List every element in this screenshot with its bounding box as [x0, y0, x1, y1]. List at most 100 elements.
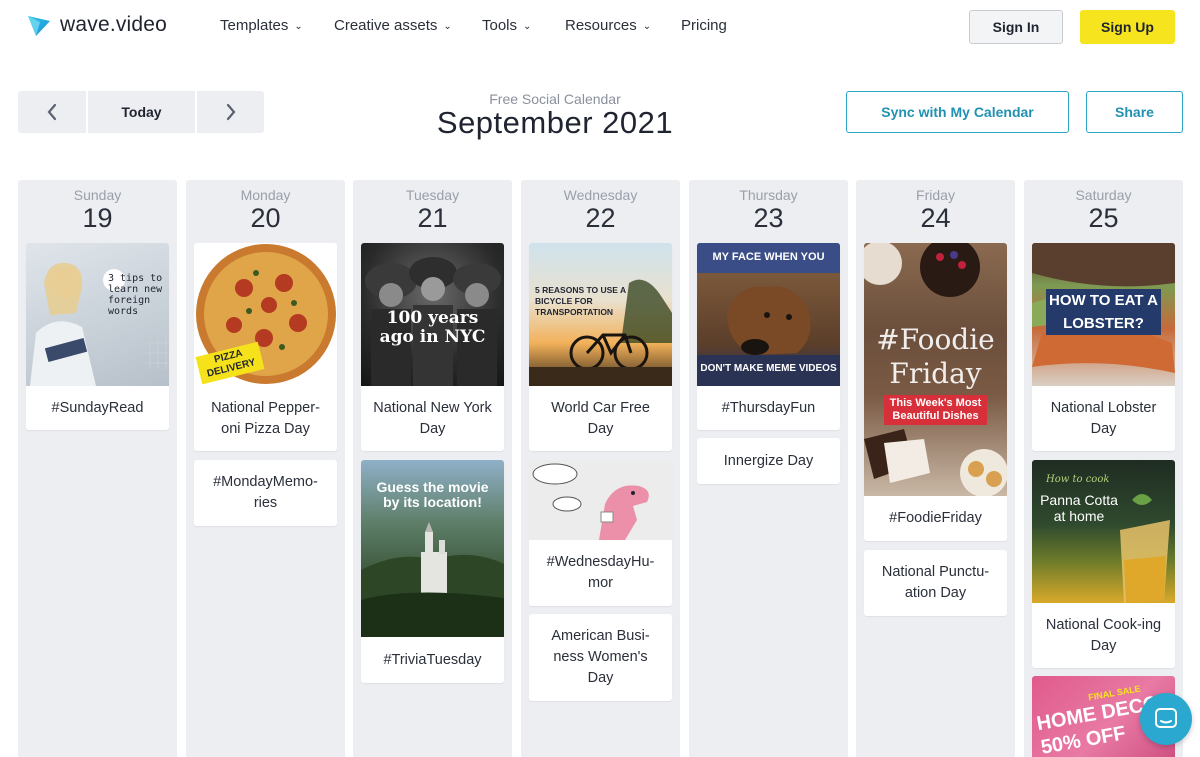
nav-label: Pricing [681, 17, 727, 34]
week-pager: Today [18, 91, 264, 133]
event-card[interactable]: Innergize Day [697, 438, 840, 484]
logo-text: wave.video [60, 13, 168, 36]
event-label: Innergize Day [723, 452, 814, 469]
event-card[interactable]: 5 REASONS TO USE A BICYCLE FOR TRANSPORT… [529, 243, 672, 451]
event-label: #MondayMemo-ries [213, 474, 318, 511]
event-card[interactable]: Guess the movie by its location! #Trivia… [361, 460, 504, 683]
event-label: American Busi-ness Women's Day [551, 628, 650, 686]
event-card[interactable]: 3 tips to learn new foreign words #Sunda… [26, 243, 169, 430]
nav-label: Tools [482, 17, 518, 34]
nav-templates[interactable]: Templates ⌄ [220, 17, 303, 34]
event-card[interactable]: PIZZA DELIVERY National Pepper-oni Pizza… [194, 243, 337, 451]
thumbnail-caption: 100 years ago in NYC [379, 308, 486, 347]
event-label: #SundayRead [51, 399, 144, 416]
event-card[interactable]: 100 years ago in NYC National New York D… [361, 243, 504, 451]
day-number: 21 [417, 203, 448, 233]
day-column-sunday: Sunday 19 3 tips to learn new foreign wo… [18, 180, 177, 757]
event-card[interactable]: HOW TO EAT A LOBSTER? National Lobster D… [1032, 243, 1175, 451]
event-label: World Car Free Day [551, 399, 650, 437]
thumbnail-caption: HOW TO EAT A LOBSTER? [1046, 289, 1161, 335]
sign-in-button[interactable]: Sign In [969, 10, 1063, 44]
day-name: Thursday [739, 187, 798, 203]
thumbnail-caption-top: MY FACE WHEN YOU [712, 251, 825, 263]
day-name: Monday [240, 187, 291, 203]
day-number: 19 [82, 203, 113, 233]
next-week-button[interactable] [197, 91, 264, 133]
event-thumbnail: HOW TO EAT A LOBSTER? [1032, 243, 1175, 386]
chevron-down-icon: ⌄ [642, 21, 652, 32]
event-card[interactable]: #WednesdayHu-mor [529, 460, 672, 606]
event-label: National Pepper-oni Pizza Day [211, 399, 320, 437]
thumbnail-subcaption: How to cook [1046, 474, 1110, 485]
day-number: 24 [920, 203, 951, 233]
day-column-wednesday: Wednesday 22 5 REASONS TO USE A BICYCLE … [521, 180, 680, 757]
event-label: #ThursdayFun [721, 399, 816, 416]
nav-label: Creative assets [334, 17, 438, 34]
nav-resources[interactable]: Resources ⌄ [565, 17, 651, 34]
event-thumbnail: #Foodie Friday This Week's Most Beautifu… [864, 243, 1007, 496]
event-card[interactable]: National Punctu-ation Day [864, 550, 1007, 616]
calendar-month-title: September 2021 [436, 105, 674, 140]
day-number: 20 [250, 203, 281, 233]
chat-launcher-button[interactable] [1140, 693, 1192, 745]
nav-pricing[interactable]: Pricing [681, 17, 727, 34]
sync-calendar-button[interactable]: Sync with My Calendar [846, 91, 1069, 133]
nav-tools[interactable]: Tools ⌄ [482, 17, 531, 34]
event-card[interactable]: MY FACE WHEN YOU DON'T MAKE MEME VIDEOS … [697, 243, 840, 430]
logo[interactable]: wave.video [26, 12, 167, 38]
nav-creative-assets[interactable]: Creative assets ⌄ [334, 17, 452, 34]
day-name: Sunday [73, 187, 122, 203]
event-card[interactable]: American Busi-ness Women's Day [529, 614, 672, 701]
event-label: #TriviaTuesday [383, 651, 482, 668]
wave-video-logo-icon [28, 16, 50, 36]
event-thumbnail: 3 tips to learn new foreign words [26, 243, 169, 386]
thumbnail-subcaption: This Week's Most Beautiful Dishes [884, 395, 987, 425]
nav-label: Resources [565, 17, 637, 34]
event-thumbnail: 100 years ago in NYC [361, 243, 504, 386]
event-thumbnail: MY FACE WHEN YOU DON'T MAKE MEME VIDEOS [697, 243, 840, 386]
thumbnail-caption: 3 tips to learn new foreign words [108, 273, 163, 317]
event-card[interactable]: #Foodie Friday This Week's Most Beautifu… [864, 243, 1007, 541]
event-label: #FoodieFriday [889, 510, 982, 526]
share-button[interactable]: Share [1086, 91, 1183, 133]
day-number: 25 [1088, 203, 1119, 233]
sign-up-button[interactable]: Sign Up [1080, 10, 1175, 44]
event-label: #WednesdayHu-mor [546, 554, 655, 591]
event-card[interactable]: How to cook Panna Cotta at home National… [1032, 460, 1175, 668]
day-header: Tuesday 21 [353, 180, 512, 233]
event-label: National Cook-ing Day [1045, 616, 1162, 654]
day-header: Wednesday 22 [521, 180, 680, 233]
chevron-right-icon [226, 103, 235, 121]
event-card[interactable]: #MondayMemo-ries [194, 460, 337, 526]
thumbnail-caption: #Foodie Friday [876, 323, 995, 390]
day-column-saturday: Saturday 25 HOW TO EAT A LOBSTER? Nation… [1024, 180, 1183, 757]
event-thumbnail: 5 REASONS TO USE A BICYCLE FOR TRANSPORT… [529, 243, 672, 386]
day-header: Sunday 19 [18, 180, 177, 233]
day-column-monday: Monday 20 PIZZA DELIVERY National Pepper… [186, 180, 345, 757]
day-name: Friday [916, 187, 955, 203]
chevron-down-icon: ⌄ [523, 21, 532, 32]
day-number: 22 [585, 203, 616, 233]
top-navigation-bar: wave.video Templates ⌄ Creative assets ⌄ T… [0, 0, 1200, 52]
event-thumbnail: PIZZA DELIVERY [194, 243, 337, 386]
day-column-tuesday: Tuesday 21 100 years ago in NYC National… [353, 180, 512, 757]
day-header: Saturday 25 [1024, 180, 1183, 233]
day-column-thursday: Thursday 23 MY FACE WHEN YOU DON'T MAKE … [689, 180, 848, 757]
day-number: 23 [753, 203, 784, 233]
day-header: Friday 24 [856, 180, 1015, 233]
previous-week-button[interactable] [18, 91, 86, 133]
event-thumbnail: Guess the movie by its location! [361, 460, 504, 637]
dinosaur-illustration [532, 463, 649, 540]
chevron-down-icon: ⌄ [443, 21, 452, 32]
chevron-left-icon [47, 103, 57, 121]
day-name: Tuesday [405, 187, 460, 203]
day-column-friday: Friday 24 #Foodie Friday This Week's Mos… [856, 180, 1015, 757]
chat-bubble-icon [1155, 708, 1177, 728]
day-name: Saturday [1075, 187, 1132, 203]
chevron-down-icon: ⌄ [294, 21, 303, 32]
today-button[interactable]: Today [88, 91, 195, 133]
nav-label: Templates [220, 17, 289, 34]
thumbnail-caption: Guess the movie by its location! [376, 479, 489, 510]
event-thumbnail [529, 460, 672, 540]
day-header: Thursday 23 [689, 180, 848, 233]
